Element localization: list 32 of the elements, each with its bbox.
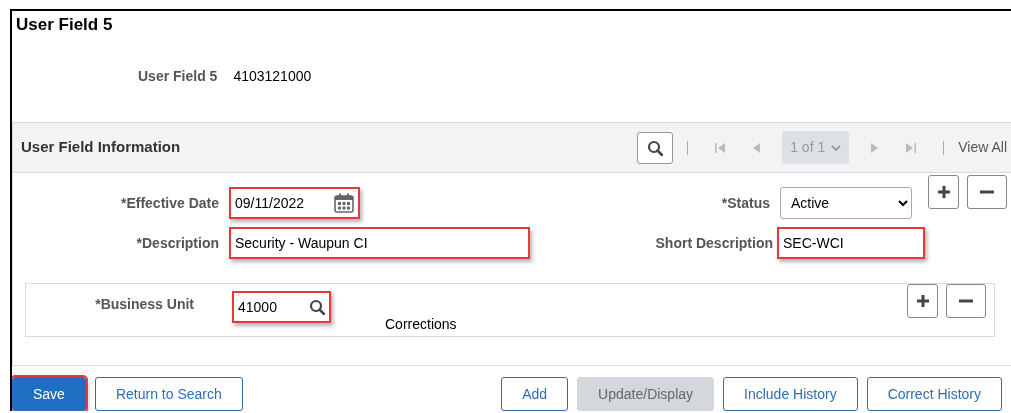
add-row-button[interactable] <box>907 284 938 318</box>
field-label: *Effective Date <box>119 193 220 213</box>
field-value: 4103121000 <box>233 68 312 84</box>
chevron-down-icon <box>831 144 842 151</box>
delete-row-button[interactable] <box>967 175 1007 209</box>
action-button[interactable]: Correct History <box>866 377 1002 411</box>
business-unit-field[interactable]: 41000 <box>232 291 331 323</box>
short-description-field[interactable]: SEC-WCI <box>777 227 925 259</box>
action-button[interactable]: Add <box>501 377 569 411</box>
search-button[interactable] <box>637 131 674 164</box>
plus-icon <box>915 294 930 308</box>
business-unit-name: Corrections <box>385 315 457 334</box>
search-icon[interactable] <box>309 299 325 315</box>
field-label: *Business Unit <box>94 295 195 314</box>
field-label: User Field 5 <box>138 68 218 84</box>
add-row-button[interactable] <box>928 175 959 209</box>
action-button[interactable]: Include History <box>723 377 858 411</box>
save-button[interactable]: Save <box>12 377 86 411</box>
search-icon <box>647 139 664 156</box>
field-label: *Description <box>135 233 220 253</box>
page-title: User Field 5 <box>15 14 113 35</box>
calendar-icon[interactable] <box>334 193 354 213</box>
view-all-link[interactable]: View All <box>958 137 1011 158</box>
delete-row-button[interactable] <box>946 284 986 318</box>
section-title: User Field Information <box>21 137 181 158</box>
date-field[interactable]: 09/11/2022 <box>229 187 360 219</box>
description-field[interactable]: Security - Waupun CI <box>229 227 530 259</box>
plus-icon <box>936 185 951 199</box>
field-label: Short Description <box>655 233 774 253</box>
field-label: *Status <box>721 193 771 213</box>
action-button[interactable]: Return to Search <box>94 377 243 411</box>
status-dropdown[interactable]: Active <box>780 187 912 219</box>
